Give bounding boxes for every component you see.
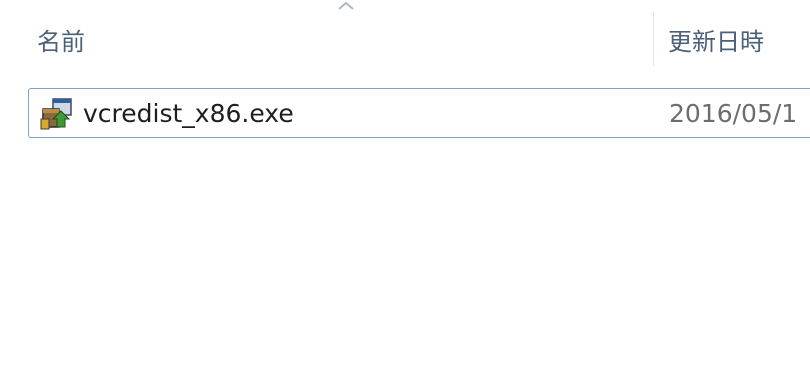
file-modified-date: 2016/05/1 — [669, 98, 798, 128]
file-name: vcredist_x86.exe — [83, 98, 294, 128]
column-header-modified[interactable]: 更新日時 — [654, 0, 810, 78]
column-header-row: 名前 更新日時 — [0, 0, 810, 78]
column-header-name[interactable]: 名前 — [0, 0, 653, 78]
column-header-modified-label: 更新日時 — [668, 27, 764, 56]
file-list-view: 名前 更新日時 vcredist_x86.exe 2016/05/1 — [0, 0, 810, 374]
installer-icon — [39, 97, 73, 131]
column-header-name-label: 名前 — [37, 27, 85, 56]
file-row[interactable]: vcredist_x86.exe 2016/05/1 — [28, 88, 810, 138]
